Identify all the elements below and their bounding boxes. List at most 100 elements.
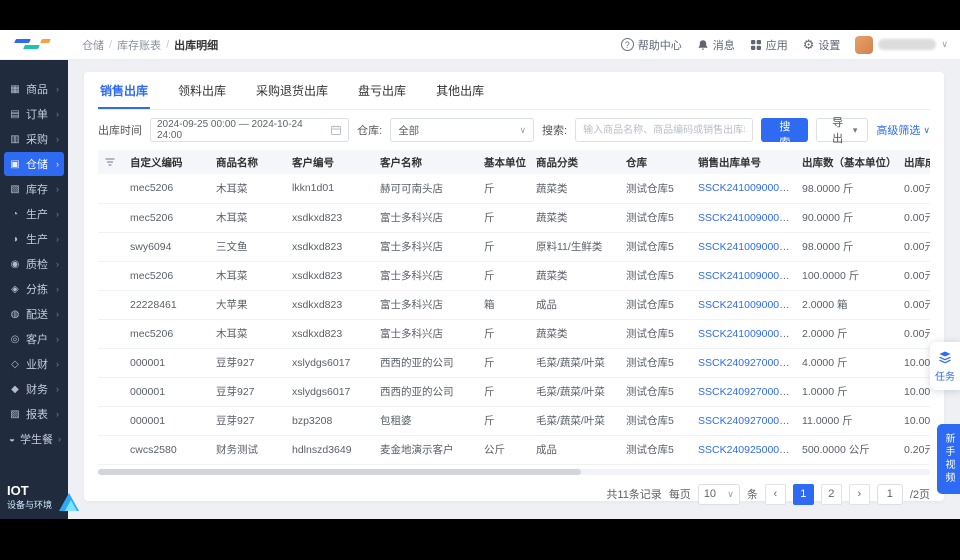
cell-warehouse: 测试仓库5 [620, 377, 692, 407]
user-menu[interactable]: ∨ [855, 35, 948, 54]
column-header[interactable]: 商品名称 [210, 150, 286, 174]
sidebar-item[interactable]: ▧ 库存 › [4, 177, 64, 201]
sidebar-item[interactable]: ◎ 客户 › [4, 327, 64, 351]
column-header[interactable]: 客户名称 [374, 150, 478, 174]
cell-product-name: 木耳菜 [210, 203, 286, 233]
row-spacer [98, 232, 124, 262]
layers-icon [939, 351, 951, 364]
table-row[interactable]: swy6094 三文鱼 xsdkxd823 富士多科兴店 斤 原料11/生鲜类 … [98, 232, 930, 262]
sidebar-item[interactable]: ▣ 仓储 › [4, 152, 64, 176]
messages-label: 消息 [712, 39, 735, 52]
scrollbar-thumb[interactable] [98, 468, 581, 475]
warehouse-select[interactable]: 全部 ∨ [390, 118, 535, 142]
search-label: 搜索: [542, 125, 568, 137]
task-float-button[interactable]: 任务 [930, 342, 960, 390]
tab[interactable]: 其他出库 [434, 72, 486, 109]
page-number[interactable]: 1 [792, 483, 814, 505]
sidebar-item[interactable]: ◆ 财务 › [4, 377, 64, 401]
sidebar-item[interactable]: ◇ 业财 › [4, 352, 64, 376]
help-center-link[interactable]: ? 帮助中心 [620, 37, 682, 53]
avatar [855, 35, 874, 54]
messages-link[interactable]: 消息 [697, 37, 735, 53]
export-button[interactable]: 导出 ▾ [816, 117, 869, 145]
advanced-filter-link[interactable]: 高级筛选 ∨ [876, 122, 930, 138]
cell-custom-code: 22228461 [124, 290, 210, 320]
cell-unit: 斤 [478, 319, 530, 349]
sidebar-item[interactable]: ▤ 订单 › [4, 102, 64, 126]
outbound-order-link[interactable]: SSCK24100900020 [698, 212, 791, 224]
column-header[interactable]: 销售出库单号 [692, 150, 796, 174]
outbound-order-link[interactable]: SSCK24092700004 [698, 357, 791, 369]
cell-customer-code: lkkn1d01 [286, 174, 374, 204]
sidebar-item[interactable]: ◉ 质检 › [4, 252, 64, 276]
sidebar-item[interactable]: ▦ 商品 › [4, 77, 64, 101]
column-header[interactable]: 仓库 [620, 150, 692, 174]
prev-page-button[interactable]: ‹ [764, 483, 786, 505]
filter-bar: 出库时间 2024-09-25 00:00 — 2024-10-24 24:00… [98, 110, 930, 150]
column-header[interactable]: 出库数（基本单位） [796, 150, 898, 174]
tab[interactable]: 领料出库 [176, 72, 228, 109]
cell-category: 毛菜/蔬菜/叶菜 [530, 406, 620, 436]
table-row[interactable]: 000001 豆芽927 bzp3208 包租婆 斤 毛菜/蔬菜/叶菜 测试仓库… [98, 406, 930, 436]
table-row[interactable]: 22228461 大苹果 xsdkxd823 富士多科兴店 箱 成品 测试仓库5… [98, 290, 930, 320]
cell-product-name: 豆芽927 [210, 348, 286, 378]
page-number[interactable]: 2 [820, 483, 842, 505]
apps-link[interactable]: 应用 [750, 37, 788, 53]
sidebar-item[interactable]: ▨ 报表 › [4, 402, 64, 426]
sidebar-item[interactable]: ◔ 生产 › [4, 202, 64, 226]
chevron-right-icon: › [56, 284, 59, 294]
table-row[interactable]: 000001 豆芽927 xslydgs6017 西西的亚的公司 斤 毛菜/蔬菜… [98, 348, 930, 378]
date-range-picker[interactable]: 2024-09-25 00:00 — 2024-10-24 24:00 [150, 118, 350, 142]
outbound-order-link[interactable]: SSCK24100900021 [698, 182, 791, 194]
sidebar-item[interactable]: ◒ 学生餐 › [4, 427, 64, 451]
table-row[interactable]: mec5206 木耳菜 lkkn1d01 赫可可南头店 斤 蔬菜类 测试仓库5 … [98, 174, 930, 204]
sidebar-item[interactable]: ▥ 采购 › [4, 127, 64, 151]
menu-icon: ◒ [9, 433, 16, 445]
search-button[interactable]: 搜索 [761, 118, 809, 149]
cell-quantity: 2.0000 斤 [796, 319, 898, 349]
outbound-order-link[interactable]: SSCK24100900015 [698, 328, 791, 340]
outbound-order-link[interactable]: SSCK24092700011 [698, 415, 790, 427]
column-header[interactable]: 基本单位 [478, 150, 530, 174]
cell-cost: 0.20元 [898, 435, 930, 465]
table-row[interactable]: mec5206 木耳菜 xsdkxd823 富士多科兴店 斤 蔬菜类 测试仓库5… [98, 261, 930, 291]
sidebar-item[interactable]: ◈ 分拣 › [4, 277, 64, 301]
menu-icon: ◉ [10, 258, 20, 270]
column-settings-button[interactable] [98, 150, 124, 174]
breadcrumb-item[interactable]: 库存账表 [117, 37, 161, 53]
table-row[interactable]: cwcs2580 财务测试 hdlnszd3649 麦金地演示客户 公斤 成品 … [98, 435, 930, 465]
app-logo[interactable] [0, 37, 68, 53]
cell-product-name: 豆芽927 [210, 406, 286, 436]
column-header[interactable]: 出库成本价 [898, 150, 930, 174]
cell-warehouse: 测试仓库5 [620, 232, 692, 262]
guide-float-tab[interactable]: 新手视频 [937, 424, 960, 494]
outbound-order-link[interactable]: SSCK24100900017 [698, 270, 791, 282]
outbound-order-link[interactable]: SSCK24100900017 [698, 241, 791, 253]
tab[interactable]: 销售出库 [98, 72, 151, 109]
column-header[interactable]: 商品分类 [530, 150, 620, 174]
cell-product-name: 木耳菜 [210, 319, 286, 349]
outbound-order-link[interactable]: SSCK24092700004 [698, 386, 791, 398]
breadcrumb-item[interactable]: 仓储 [82, 37, 104, 53]
table-row[interactable]: mec5206 木耳菜 xsdkxd823 富士多科兴店 斤 蔬菜类 测试仓库5… [98, 319, 930, 349]
sidebar-item[interactable]: ◍ 配送 › [4, 302, 64, 326]
search-input[interactable] [575, 118, 754, 142]
cell-warehouse: 测试仓库5 [620, 348, 692, 378]
next-page-button[interactable]: › [848, 483, 870, 505]
horizontal-scrollbar[interactable] [98, 468, 930, 475]
outbound-order-link[interactable]: SSCK24092500004 [698, 444, 791, 456]
page-jump-input[interactable]: 1 [876, 483, 903, 505]
chevron-right-icon: › [56, 184, 59, 194]
tab[interactable]: 盘亏出库 [356, 72, 408, 109]
tab[interactable]: 采购退货出库 [254, 72, 330, 109]
table-row[interactable]: mec5206 木耳菜 xsdkxd823 富士多科兴店 斤 蔬菜类 测试仓库5… [98, 203, 930, 233]
column-header[interactable]: 自定义编码 [124, 150, 210, 174]
page-size-select[interactable]: 10 ∨ [697, 483, 740, 505]
table-row[interactable]: 000001 豆芽927 xslydgs6017 西西的亚的公司 斤 毛菜/蔬菜… [98, 377, 930, 407]
sidebar-item[interactable]: ◑ 生产 › [4, 227, 64, 251]
export-label: 导出 [832, 117, 844, 145]
settings-link[interactable]: ⚙ 设置 [803, 37, 841, 53]
column-header[interactable]: 客户编号 [286, 150, 374, 174]
outbound-order-link[interactable]: SSCK24100900015 [698, 299, 791, 311]
task-label: 任务 [935, 372, 955, 383]
